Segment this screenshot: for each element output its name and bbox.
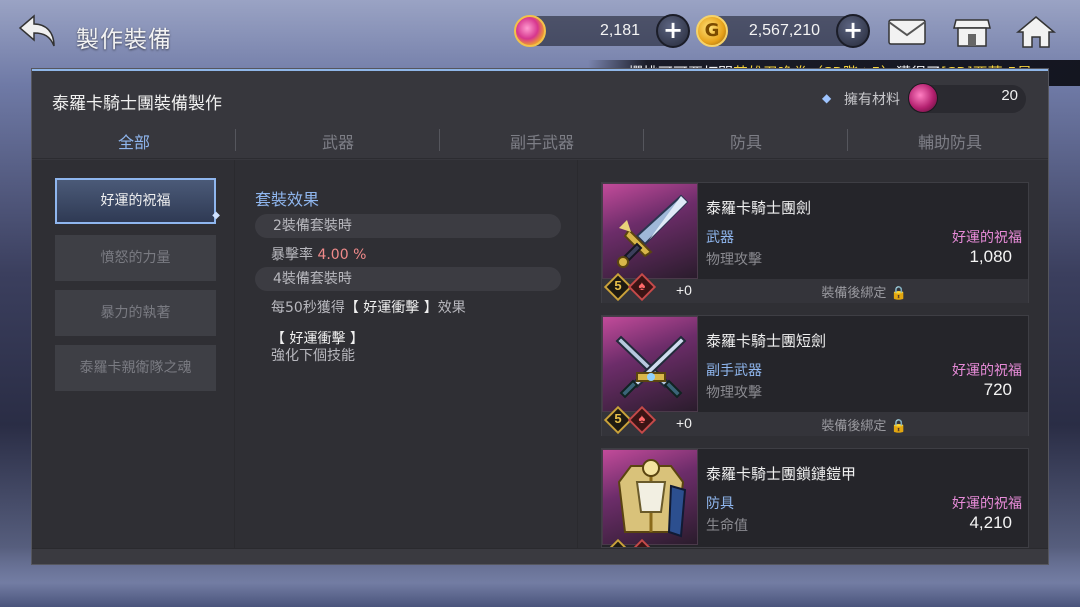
item-card-armor[interactable]: 5 泰羅卡騎士團鎖鏈鎧甲 防具 好運的祝福 生命值 4,210 (601, 448, 1029, 548)
category-tabs: 全部 武器 副手武器 防具 輔助防具 (32, 121, 1048, 159)
element-glyph: ♠ (638, 411, 646, 426)
selected-marker-icon: ◆ (212, 210, 220, 221)
tab-all[interactable]: 全部 (32, 129, 236, 153)
set-item-label: 暴力的執著 (100, 305, 171, 321)
item-enhance-level: +0 (676, 415, 692, 431)
mail-button[interactable] (885, 14, 929, 50)
diamond-bullet-icon: ◆ (822, 91, 832, 105)
four-set-effect-line: 每50秒獲得【 好運衝擊 】效果 (271, 297, 466, 317)
item-stat-label: 物理攻擊 (706, 385, 762, 401)
item-badges: 5 (603, 538, 664, 547)
chest-armor-icon (617, 459, 687, 538)
material-gem-icon (908, 83, 938, 113)
set-requirement-2: 2裝備套裝時 (255, 214, 561, 238)
star-grade-count: 5 (614, 278, 622, 293)
item-stat-label: 物理攻擊 (706, 252, 762, 268)
screen-title: 製作裝備 (76, 27, 172, 53)
gem-currency: 2,181 + (514, 14, 690, 48)
set-item-royal-guard-soul[interactable]: 泰羅卡親衛隊之魂 (55, 345, 216, 391)
item-set-name: 好運的祝福 (952, 496, 1022, 512)
gem-icon (514, 15, 546, 47)
top-bar: 製作裝備 2,181 + G 2,567,210 + (0, 0, 1080, 66)
item-stat-value: 1,080 (969, 247, 1012, 266)
set-requirement-4: 4裝備套裝時 (255, 267, 561, 291)
item-type: 武器 (706, 230, 734, 246)
back-arrow-icon (18, 14, 55, 47)
set-item-lucky-blessing[interactable]: 好運的祝福 ◆ (55, 178, 220, 224)
item-stat-label: 生命值 (706, 518, 748, 534)
effect-line-skill: 【 好運衝擊 】 (344, 300, 438, 316)
item-type: 副手武器 (706, 363, 762, 379)
tab-weapon[interactable]: 武器 (236, 129, 440, 153)
item-name: 泰羅卡騎士團短劍 (706, 332, 827, 350)
set-item-label: 憤怒的力量 (100, 250, 171, 266)
home-icon (1015, 16, 1057, 48)
add-gold-button[interactable]: + (836, 14, 870, 48)
add-gem-button[interactable]: + (656, 14, 690, 48)
element-glyph: ♠ (638, 278, 646, 293)
set-list: 好運的祝福 ◆ 憤怒的力量 暴力的執著 泰羅卡親衛隊之魂 (32, 160, 234, 548)
back-button[interactable] (16, 12, 64, 52)
gold-currency: G 2,567,210 + (696, 14, 870, 48)
item-card-sword[interactable]: 5 ♠ +0 裝備後綁定 🔒 泰羅卡騎士團劍 武器 好運的祝福 物理攻擊 1,0… (601, 182, 1029, 303)
panel-content: 好運的祝福 ◆ 憤怒的力量 暴力的執著 泰羅卡親衛隊之魂 套裝效果 2裝備套裝時… (32, 160, 1048, 548)
set-item-label: 泰羅卡親衛隊之魂 (79, 360, 192, 376)
item-type: 防具 (706, 496, 734, 512)
gold-coin-symbol: G (704, 20, 720, 41)
sword-icon (617, 194, 689, 268)
shop-icon (953, 19, 991, 47)
item-badges: 5 ♠ (603, 405, 664, 435)
gem-amount: 2,181 (599, 22, 640, 39)
gold-amount: 2,567,210 (748, 22, 820, 39)
sword-item-image (602, 183, 698, 279)
owned-materials: ◆ 擁有材料 20 (822, 83, 1026, 113)
item-stat-value: 4,210 (969, 513, 1012, 532)
owned-materials-label: 擁有材料 (844, 92, 900, 108)
armor-item-image (602, 449, 698, 545)
item-set-name: 好運的祝福 (952, 363, 1022, 379)
crafting-panel: 泰羅卡騎士團裝備製作 ◆ 擁有材料 20 全部 武器 副手武器 防具 輔助防具 … (31, 68, 1049, 565)
set-item-label: 好運的祝福 (100, 193, 171, 209)
item-bind-status: 裝備後綁定 🔒 (821, 286, 907, 301)
effect-line-post: 效果 (437, 300, 466, 316)
home-button[interactable] (1014, 14, 1058, 50)
panel-title: 泰羅卡騎士團裝備製作 (52, 94, 222, 114)
tab-offhand[interactable]: 副手武器 (440, 129, 644, 153)
set-item-violent-obsession[interactable]: 暴力的執著 (55, 290, 216, 336)
set-effect-panel: 套裝效果 2裝備套裝時 暴擊率 4.00 % 4裝備套裝時 每50秒獲得【 好運… (234, 160, 578, 548)
panel-accent-line (32, 69, 1048, 71)
crit-value: 4.00 % (317, 247, 367, 263)
item-name: 泰羅卡騎士團劍 (706, 199, 812, 217)
set-effect-title: 套裝效果 (255, 190, 320, 209)
shop-button[interactable] (950, 14, 994, 50)
owned-materials-count: 20 (1001, 87, 1018, 104)
item-bind-status: 裝備後綁定 🔒 (821, 419, 907, 434)
crit-effect-line: 暴擊率 4.00 % (271, 244, 366, 264)
item-enhance-level: +0 (676, 282, 692, 298)
item-badges: 5 ♠ (603, 272, 664, 302)
tab-accessory[interactable]: 輔助防具 (848, 129, 1052, 153)
panel-bottom-bar (32, 548, 1048, 564)
crit-label: 暴擊率 (271, 247, 313, 263)
effect-line-pre: 每50秒獲得 (271, 300, 345, 316)
gold-coin-icon: G (696, 15, 728, 47)
skill-description: 強化下個技能 (271, 348, 355, 364)
dagger-item-image (602, 316, 698, 412)
star-grade-count: 5 (614, 411, 622, 426)
set-item-wrath-power[interactable]: 憤怒的力量 (55, 235, 216, 281)
tab-armor[interactable]: 防具 (644, 129, 848, 153)
item-stat-value: 720 (983, 380, 1012, 399)
element-icon (627, 538, 657, 547)
item-set-name: 好運的祝福 (952, 230, 1022, 246)
crossed-daggers-icon (615, 335, 687, 399)
mail-icon (888, 19, 926, 45)
item-list: 5 ♠ +0 裝備後綁定 🔒 泰羅卡騎士團劍 武器 好運的祝福 物理攻擊 1,0… (579, 160, 1048, 548)
item-name: 泰羅卡騎士團鎖鏈鎧甲 (706, 465, 857, 483)
item-card-dagger[interactable]: 5 ♠ +0 裝備後綁定 🔒 泰羅卡騎士團短劍 副手武器 好運的祝福 物理攻擊 … (601, 315, 1029, 436)
